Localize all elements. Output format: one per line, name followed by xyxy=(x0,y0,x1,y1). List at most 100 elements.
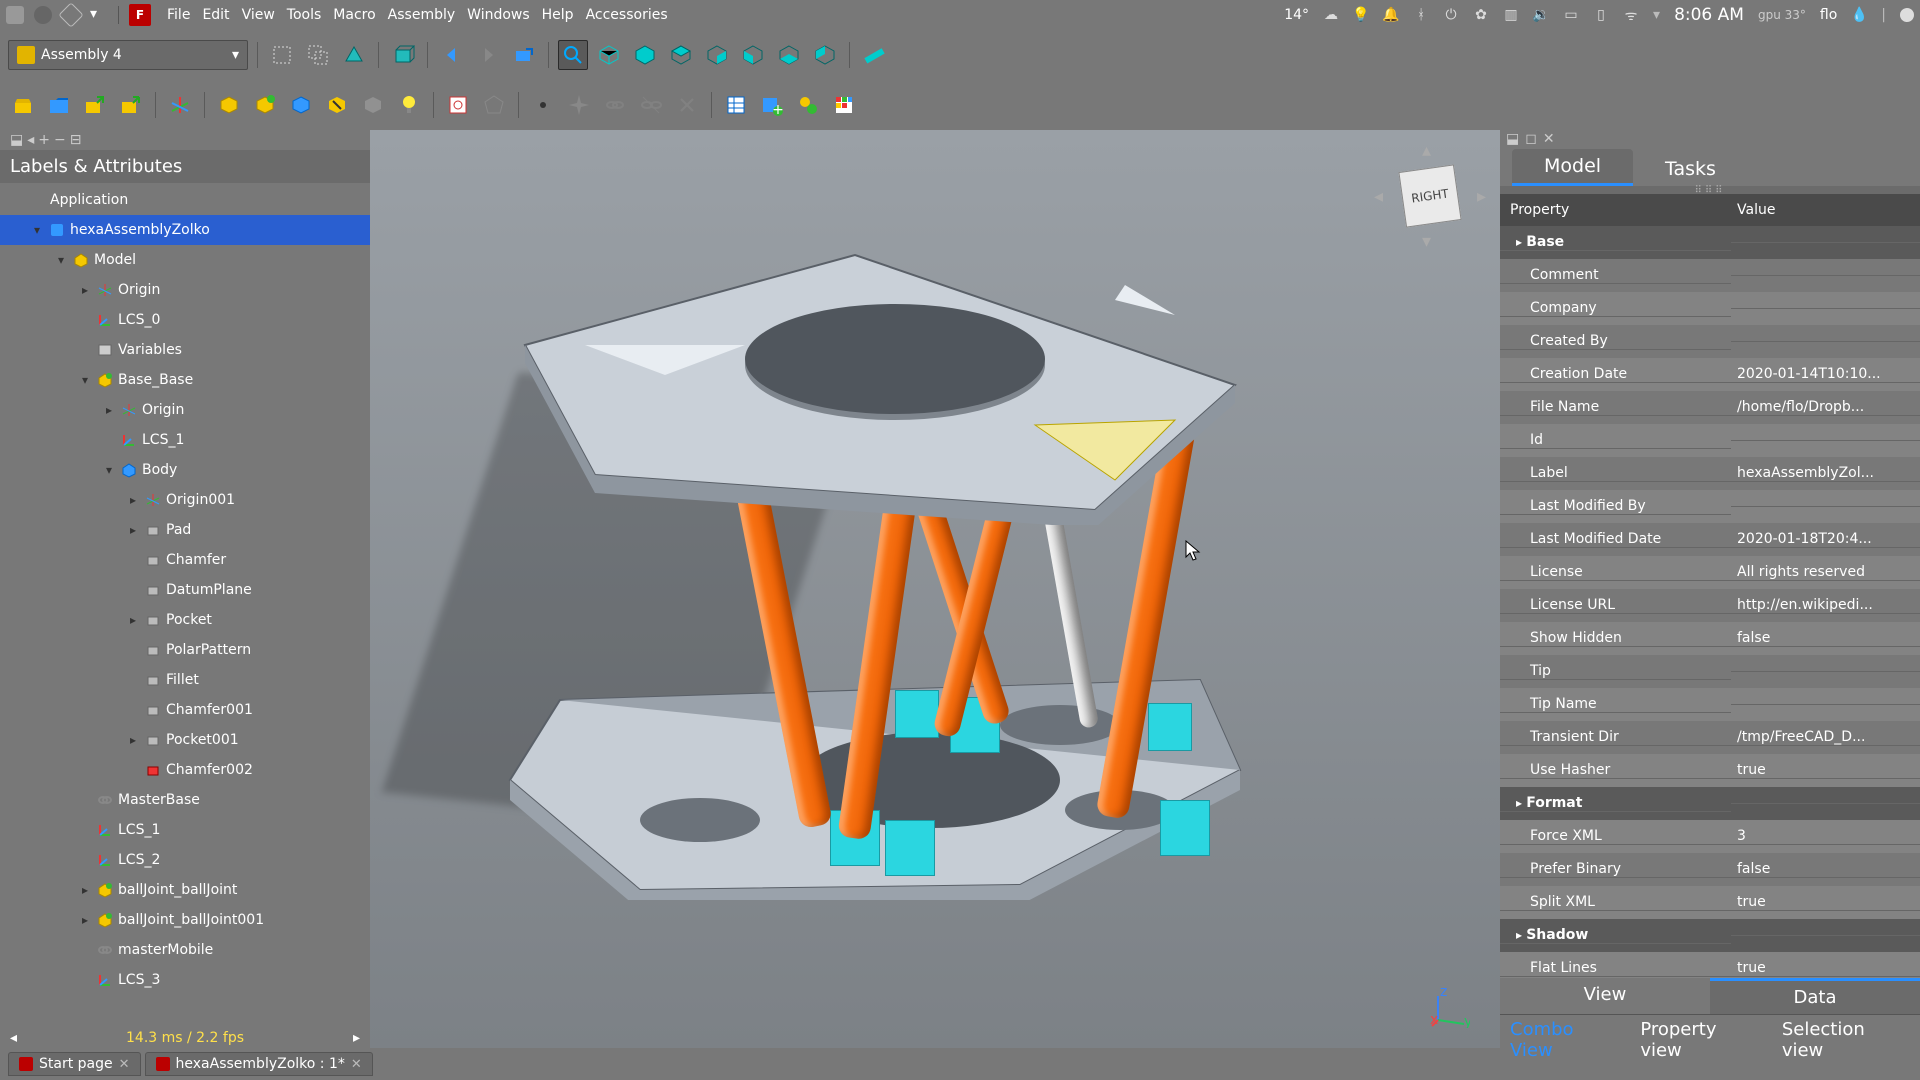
menu-edit[interactable]: Edit xyxy=(196,5,235,25)
view-left-icon[interactable] xyxy=(810,40,840,70)
tree-item-lcs_1[interactable]: LCS_1 xyxy=(0,425,370,455)
tree-item-lcs_3[interactable]: LCS_3 xyxy=(0,965,370,995)
property-row[interactable]: Transient Dir/tmp/FreeCAD_D... xyxy=(1500,721,1920,754)
tree-item-hexaassemblyzolko[interactable]: ▾hexaAssemblyZolko xyxy=(0,215,370,245)
prop-value[interactable] xyxy=(1731,341,1920,342)
import-icon[interactable] xyxy=(80,90,110,120)
open-folder-icon[interactable] xyxy=(44,90,74,120)
expand-icon[interactable]: ▾ xyxy=(102,463,116,477)
expand-icon[interactable]: ▸ xyxy=(126,523,140,537)
property-row[interactable]: Use Hashertrue xyxy=(1500,754,1920,787)
measure-icon[interactable] xyxy=(859,40,889,70)
property-row[interactable]: Creation Date2020-01-14T10:10... xyxy=(1500,358,1920,391)
prop-value[interactable] xyxy=(1731,671,1920,672)
lamp-icon[interactable] xyxy=(394,90,424,120)
new-part-icon[interactable] xyxy=(250,90,280,120)
property-row[interactable]: Tip xyxy=(1500,655,1920,688)
prop-value[interactable]: /home/flo/Dropb... xyxy=(1731,399,1920,416)
mobile-icon[interactable]: ▯ xyxy=(1593,7,1609,23)
add-sheet-icon[interactable]: + xyxy=(757,90,787,120)
tree-item-body[interactable]: ▾Body xyxy=(0,455,370,485)
tree-item-mastermobile[interactable]: masterMobile xyxy=(0,935,370,965)
shape-icon[interactable] xyxy=(479,90,509,120)
notifications-icon[interactable]: 🔔 xyxy=(1383,7,1399,23)
link-nav-icon[interactable] xyxy=(509,40,539,70)
expand-icon[interactable]: ▸ xyxy=(126,493,140,507)
property-row[interactable]: File Name/home/flo/Dropb... xyxy=(1500,391,1920,424)
sketch-icon[interactable] xyxy=(443,90,473,120)
constraint-icon[interactable] xyxy=(672,90,702,120)
property-row[interactable]: Company xyxy=(1500,292,1920,325)
doc-tab[interactable]: hexaAssemblyZolko : 1*✕ xyxy=(145,1052,373,1076)
prop-value[interactable]: All rights reserved xyxy=(1731,564,1920,581)
rp-close-icon[interactable]: ✕ xyxy=(1543,131,1555,147)
navcube-up-icon[interactable]: ▴ xyxy=(1422,140,1431,161)
bom-icon[interactable] xyxy=(721,90,751,120)
property-row[interactable]: LabelhexaAssemblyZol... xyxy=(1500,457,1920,490)
rp-grip[interactable]: ⠿⠿⠿ xyxy=(1500,186,1920,194)
expand-icon[interactable]: ▸ xyxy=(126,733,140,747)
tree-nav-left-icon[interactable]: ◂ xyxy=(10,1030,17,1046)
prop-value[interactable]: true xyxy=(1731,762,1920,779)
expand-icon[interactable]: ▾ xyxy=(54,253,68,267)
expand-icon[interactable]: ▾ xyxy=(78,373,92,387)
property-row[interactable]: LicenseAll rights reserved xyxy=(1500,556,1920,589)
point-icon[interactable] xyxy=(528,90,558,120)
property-row[interactable]: Id xyxy=(1500,424,1920,457)
nav-back-icon[interactable] xyxy=(437,40,467,70)
volume-icon[interactable]: 🔉 xyxy=(1533,7,1549,23)
prop-value[interactable] xyxy=(1731,275,1920,276)
tree-item-base_base[interactable]: ▾Base_Base xyxy=(0,365,370,395)
prop-value[interactable] xyxy=(1731,440,1920,441)
bounding-box-icon[interactable] xyxy=(388,40,418,70)
panel-remove-icon[interactable]: − xyxy=(54,132,66,148)
power-icon[interactable]: ⏻ xyxy=(1443,7,1459,23)
panel-add-icon[interactable]: + xyxy=(38,132,50,148)
tree-item-lcs_0[interactable]: LCS_0 xyxy=(0,305,370,335)
tree-item-fillet[interactable]: Fillet xyxy=(0,665,370,695)
rubik-icon[interactable] xyxy=(829,90,859,120)
prop-value[interactable]: false xyxy=(1731,630,1920,647)
close-icon[interactable]: ✕ xyxy=(351,1057,362,1072)
prop-value[interactable] xyxy=(1731,308,1920,309)
prop-value[interactable]: hexaAssemblyZol... xyxy=(1731,465,1920,482)
tree-item-variables[interactable]: Variables xyxy=(0,335,370,365)
menu-file[interactable]: File xyxy=(161,5,196,25)
tree-item-pocket[interactable]: ▸Pocket xyxy=(0,605,370,635)
menu-macro[interactable]: Macro xyxy=(327,5,381,25)
dock-tab-property-view[interactable]: Property view xyxy=(1630,1015,1772,1048)
property-row[interactable]: License URLhttp://en.wikipedi... xyxy=(1500,589,1920,622)
prop-value[interactable] xyxy=(1731,704,1920,705)
rp-float-icon[interactable]: ◻ xyxy=(1525,131,1537,147)
prop-group[interactable]: Shadow xyxy=(1500,927,1731,944)
tree-item-lcs_1[interactable]: LCS_1 xyxy=(0,815,370,845)
panel-pin-icon[interactable]: ⬓ xyxy=(10,132,23,148)
tree-item-lcs_2[interactable]: LCS_2 xyxy=(0,845,370,875)
battery-icon[interactable]: ▭ xyxy=(1563,7,1579,23)
session-icon[interactable] xyxy=(1900,8,1914,22)
prop-group[interactable]: Base xyxy=(1500,234,1731,251)
axis-icon[interactable] xyxy=(165,90,195,120)
star-icon[interactable] xyxy=(564,90,594,120)
property-row[interactable]: Comment xyxy=(1500,259,1920,292)
tree-item-chamfer001[interactable]: Chamfer001 xyxy=(0,695,370,725)
tab-data[interactable]: Data xyxy=(1710,978,1920,1014)
tab-model[interactable]: Model xyxy=(1512,149,1633,186)
tree-item-masterbase[interactable]: MasterBase xyxy=(0,785,370,815)
prop-value[interactable] xyxy=(1731,506,1920,507)
navcube-down-icon[interactable]: ▾ xyxy=(1422,231,1431,252)
tree-item-origin001[interactable]: ▸Origin001 xyxy=(0,485,370,515)
expand-icon[interactable]: ▸ xyxy=(78,913,92,927)
menu-view[interactable]: View xyxy=(236,5,281,25)
prop-value[interactable]: true xyxy=(1731,894,1920,911)
tree-item-model[interactable]: ▾Model xyxy=(0,245,370,275)
property-row[interactable]: Last Modified Date2020-01-18T20:4... xyxy=(1500,523,1920,556)
view-front-icon[interactable] xyxy=(630,40,660,70)
rp-pin-icon[interactable]: ⬓ xyxy=(1506,131,1519,147)
tree-item-chamfer002[interactable]: Chamfer002 xyxy=(0,755,370,785)
select-add-icon[interactable] xyxy=(303,40,333,70)
dropdown-icon[interactable]: ▾ xyxy=(90,6,108,24)
unlink-icon[interactable] xyxy=(636,90,666,120)
tree-item-origin[interactable]: ▸Origin xyxy=(0,275,370,305)
tab-view[interactable]: View xyxy=(1500,978,1710,1014)
